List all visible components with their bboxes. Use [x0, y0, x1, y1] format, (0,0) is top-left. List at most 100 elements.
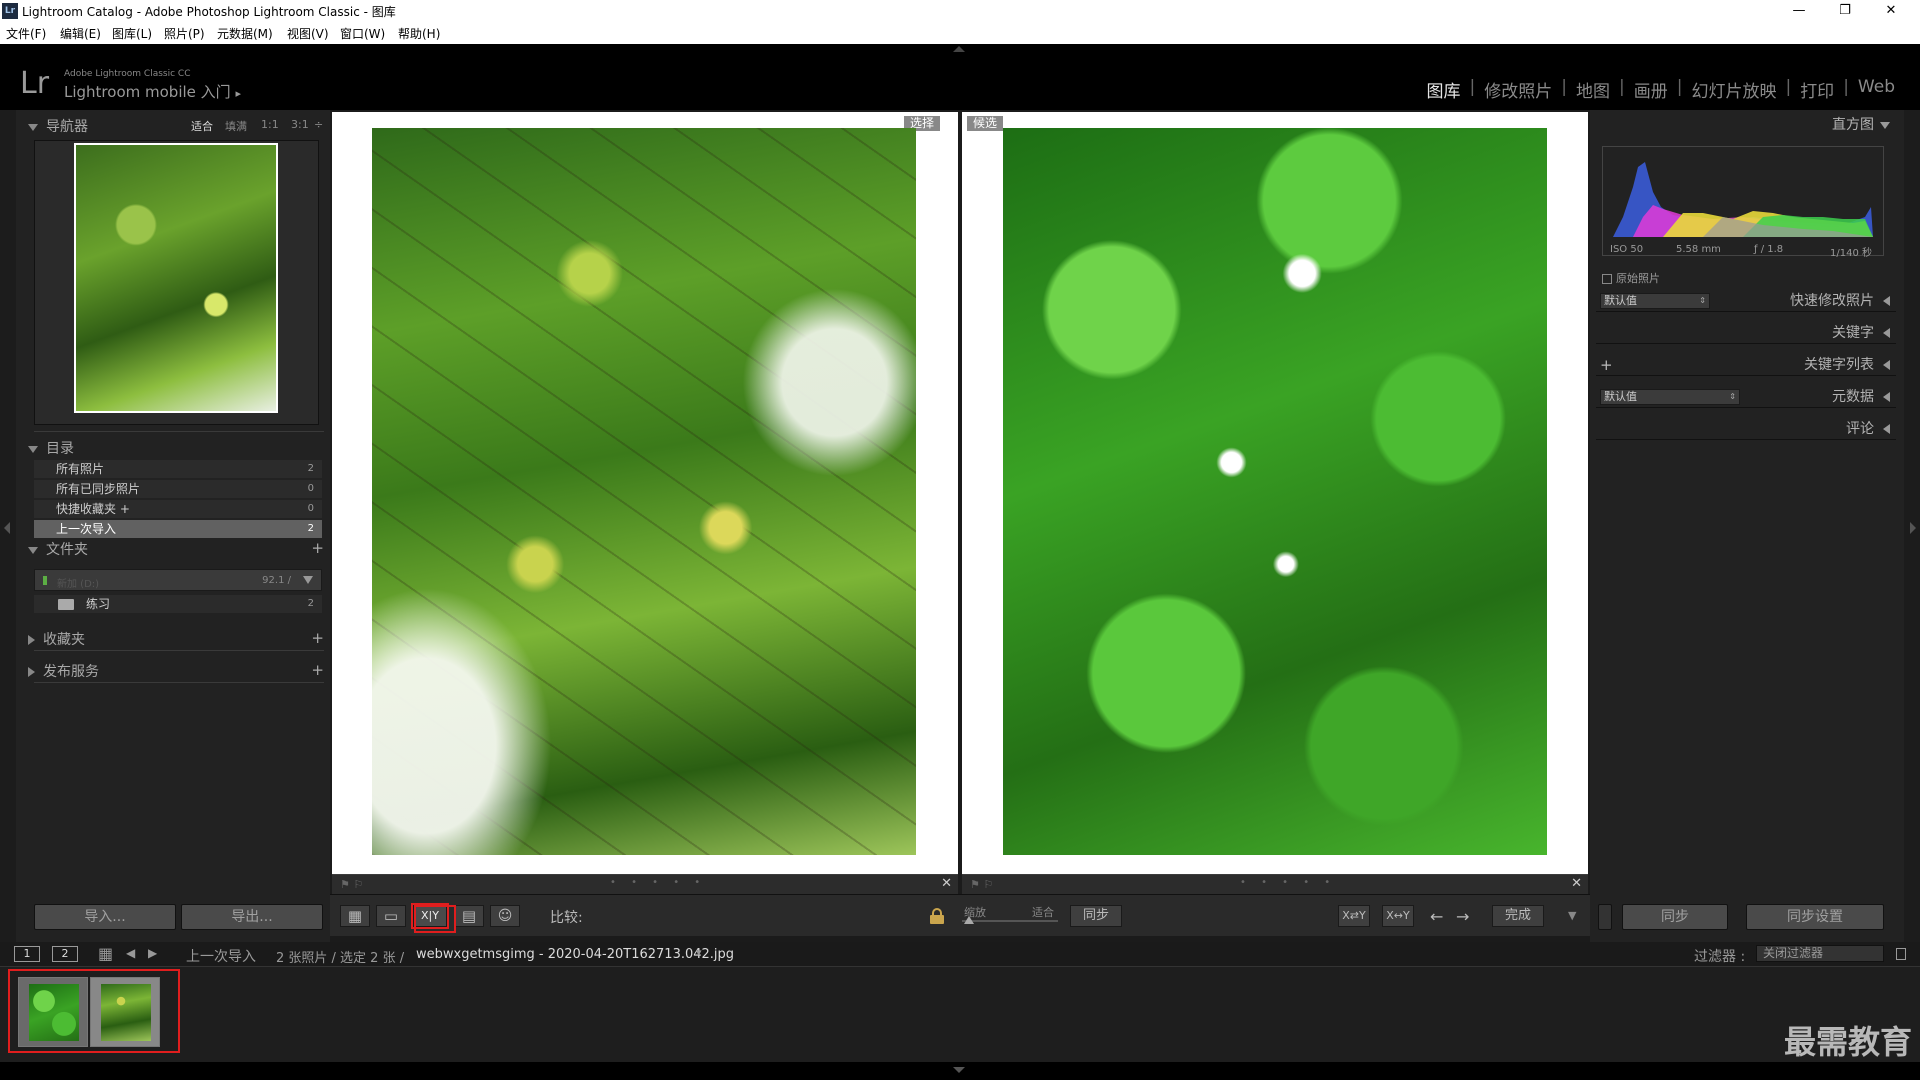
back-arrow-icon[interactable]: ◀: [126, 946, 135, 960]
sync-toggle-switch[interactable]: [1598, 904, 1612, 930]
close-select-button[interactable]: ✕: [941, 876, 952, 891]
rating-dots[interactable]: • • • • •: [1240, 877, 1336, 888]
collapse-bottom-arrow-icon[interactable]: [953, 1067, 965, 1073]
file-name[interactable]: webwxgetmsgimg - 2020-04-20T162713.042.j…: [416, 947, 734, 962]
metadata-preset-select[interactable]: 默认值 ⇕: [1600, 389, 1740, 405]
navigator-thumbnail[interactable]: [74, 143, 278, 413]
next-arrow-icon[interactable]: →: [1456, 907, 1469, 926]
zoom-more[interactable]: ÷: [314, 118, 323, 131]
volume-dropdown-icon[interactable]: [303, 576, 313, 584]
swap-icon[interactable]: X⇄Y: [1338, 905, 1370, 927]
publish-services-header[interactable]: 发布服务 +: [28, 661, 338, 681]
add-keyword-button[interactable]: +: [1600, 354, 1613, 376]
collapse-triangle-icon: [28, 635, 35, 645]
candidate-photo[interactable]: [1003, 128, 1547, 855]
catalog-item-synced[interactable]: 所有已同步照片 0: [34, 480, 322, 498]
minimize-button[interactable]: —: [1776, 0, 1822, 22]
filmstrip: [0, 966, 1920, 1062]
zoom-fill[interactable]: 填满: [225, 118, 247, 134]
add-collection-button[interactable]: +: [311, 629, 324, 647]
rating-dots[interactable]: • • • • •: [610, 877, 706, 888]
module-book[interactable]: 画册: [1625, 77, 1677, 102]
module-slideshow[interactable]: 幻灯片放映: [1682, 77, 1785, 102]
zoom-1-1[interactable]: 1:1: [261, 118, 279, 131]
collapse-top-arrow-icon[interactable]: [953, 46, 965, 52]
zoom-3-1[interactable]: 3:1: [291, 118, 309, 131]
flag-icon[interactable]: ⚑ ⚐: [970, 878, 993, 891]
menu-help[interactable]: 帮助(H): [398, 25, 440, 42]
original-photo-checkbox[interactable]: 原始照片: [1602, 270, 1660, 286]
quick-develop-header[interactable]: 默认值 ⇕ 快速修改照片: [1596, 290, 1896, 312]
people-view-icon[interactable]: ☺: [490, 905, 520, 927]
catalog-header[interactable]: 目录: [28, 438, 338, 458]
menu-photo[interactable]: 照片(P): [164, 25, 205, 42]
grid-view-icon[interactable]: ▦: [340, 905, 370, 927]
sync-settings-button[interactable]: 同步设置: [1746, 904, 1884, 930]
second-screen-button[interactable]: 2: [52, 946, 78, 962]
previous-arrow-icon[interactable]: ←: [1430, 907, 1443, 926]
filter-lock-icon[interactable]: [1896, 948, 1906, 960]
collections-header[interactable]: 收藏夹 +: [28, 629, 338, 649]
module-develop[interactable]: 修改照片: [1475, 77, 1561, 102]
filter-select[interactable]: 关闭过滤器: [1756, 945, 1884, 962]
zoom-fit[interactable]: 适合: [191, 118, 213, 134]
lr-logo: Lr: [20, 66, 50, 101]
forward-arrow-icon[interactable]: ▶: [148, 946, 157, 960]
close-candidate-button[interactable]: ✕: [1571, 876, 1582, 891]
quick-develop-preset-select[interactable]: 默认值 ⇕: [1600, 293, 1710, 309]
zoom-slider-knob[interactable]: [964, 916, 974, 924]
catalog-item-all-photos[interactable]: 所有照片 2: [34, 460, 322, 478]
maximize-button[interactable]: ❐: [1822, 0, 1868, 22]
survey-view-icon[interactable]: ▤: [454, 905, 484, 927]
menu-library[interactable]: 图库(L): [112, 25, 152, 42]
module-library[interactable]: 图库: [1418, 77, 1470, 102]
keywording-header[interactable]: 关键字: [1596, 322, 1896, 344]
source-label[interactable]: 上一次导入: [186, 946, 256, 966]
add-folder-button[interactable]: +: [311, 539, 324, 557]
module-web[interactable]: Web: [1849, 77, 1904, 102]
menu-view[interactable]: 视图(V): [287, 25, 329, 42]
sync-button[interactable]: 同步: [1622, 904, 1728, 930]
histogram[interactable]: [1602, 146, 1884, 256]
done-button[interactable]: 完成: [1492, 905, 1544, 927]
right-panel-toggle[interactable]: [1904, 110, 1920, 966]
grid-icon[interactable]: ▦: [98, 944, 113, 963]
sync-zoom-button[interactable]: 同步: [1070, 905, 1122, 927]
left-panel-toggle[interactable]: [0, 110, 16, 966]
histogram-title: 直方图: [1832, 117, 1874, 133]
menu-edit[interactable]: 编辑(E): [60, 25, 101, 42]
toolbar-dropdown-icon[interactable]: ▼: [1568, 909, 1576, 922]
flag-icon[interactable]: ⚑ ⚐: [340, 878, 363, 891]
catalog-item-quick-collection[interactable]: 快捷收藏夹 + 0: [34, 500, 322, 518]
module-map[interactable]: 地图: [1567, 77, 1619, 102]
loupe-view-icon[interactable]: ▭: [376, 905, 406, 927]
export-button[interactable]: 导出...: [181, 904, 323, 930]
add-publish-service-button[interactable]: +: [311, 661, 324, 679]
make-select-icon[interactable]: X↔Y: [1382, 905, 1414, 927]
select-photo[interactable]: [372, 128, 916, 855]
filename-dropdown-icon[interactable]: ▾: [696, 946, 702, 959]
main-screen-button[interactable]: 1: [14, 946, 40, 962]
metadata-header[interactable]: 默认值 ⇕ 元数据: [1596, 386, 1896, 408]
lock-icon[interactable]: [930, 908, 944, 924]
menu-metadata[interactable]: 元数据(M): [217, 25, 273, 42]
keyword-list-header[interactable]: + 关键字列表: [1596, 354, 1896, 376]
catalog-item-previous-import[interactable]: 上一次导入 2: [34, 520, 322, 538]
volume-bar[interactable]: 新加 (D:) 92.1 /: [34, 569, 322, 591]
close-window-button[interactable]: ✕: [1868, 0, 1914, 22]
menu-file[interactable]: 文件(F): [6, 25, 46, 42]
folders-header[interactable]: 文件夹 +: [28, 539, 338, 559]
navigator-title: 导航器: [46, 119, 88, 135]
zoom-slider-track[interactable]: [962, 920, 1058, 922]
original-photo-label: 原始照片: [1616, 272, 1660, 285]
folder-item[interactable]: 练习 2: [34, 595, 322, 613]
stepper-icon: ⇕: [1729, 392, 1736, 401]
module-print[interactable]: 打印: [1791, 77, 1843, 102]
lightroom-mobile-link[interactable]: Lightroom mobile 入门 ▸: [64, 81, 241, 102]
catalog-item-count: 2: [307, 523, 314, 534]
import-button[interactable]: 导入...: [34, 904, 176, 930]
menu-window[interactable]: 窗口(W): [340, 25, 385, 42]
comments-header[interactable]: 评论: [1596, 418, 1896, 440]
histogram-header[interactable]: 直方图: [1596, 114, 1896, 136]
preset-value: 默认值: [1604, 294, 1637, 307]
